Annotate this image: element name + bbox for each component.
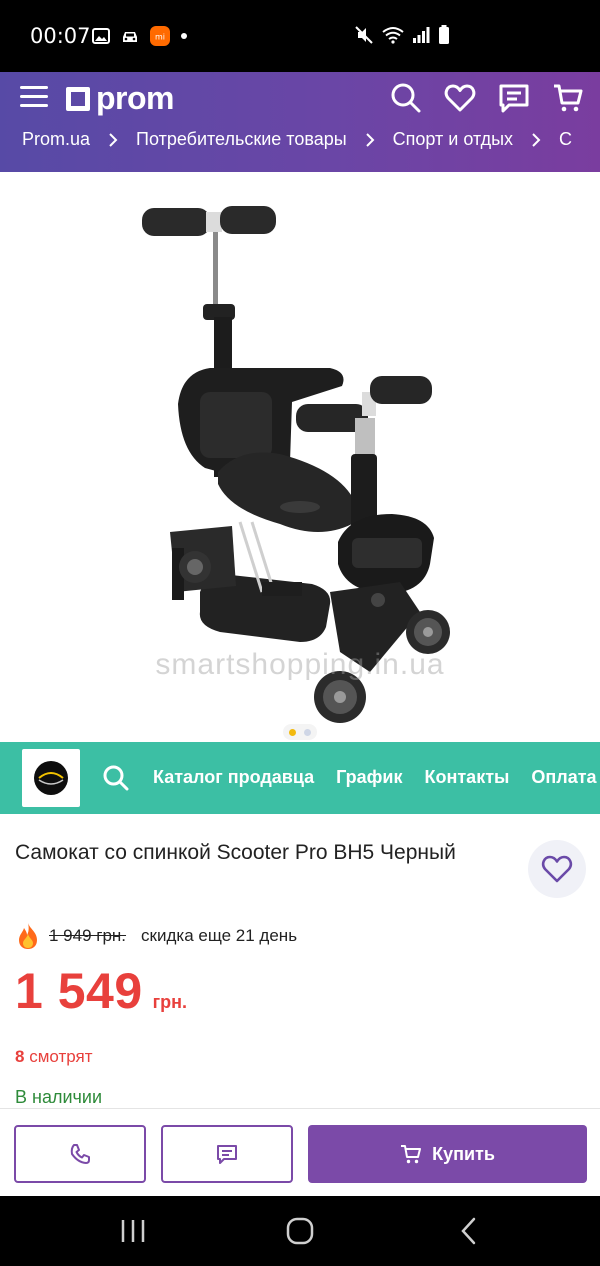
battery-icon bbox=[439, 25, 449, 44]
logo-text: prom bbox=[96, 80, 175, 116]
recent-apps-icon[interactable] bbox=[116, 1214, 150, 1248]
price-value: 1 549 bbox=[15, 963, 143, 1019]
price-currency: грн. bbox=[152, 992, 187, 1012]
chevron-right-icon bbox=[531, 132, 541, 148]
heart-icon bbox=[541, 855, 573, 883]
seller-logo-icon bbox=[34, 761, 68, 795]
breadcrumb: Prom.ua Потребительские товары Спорт и о… bbox=[22, 129, 572, 150]
favorite-button[interactable] bbox=[528, 840, 586, 898]
status-bar: 00:07 mi bbox=[0, 0, 600, 72]
image-watermark: smartshopping.in.ua bbox=[155, 648, 445, 681]
watching-count: 8 bbox=[15, 1047, 25, 1066]
mute-icon bbox=[355, 26, 373, 44]
cart-icon[interactable] bbox=[552, 82, 584, 114]
menu-icon[interactable] bbox=[20, 84, 48, 108]
car-icon bbox=[123, 32, 137, 42]
page: 00:07 mi prom Prom.ua Потребительские то… bbox=[0, 0, 600, 1266]
fire-icon bbox=[19, 923, 37, 949]
site-header: prom Prom.ua Потребительские товары Спор… bbox=[0, 72, 600, 172]
price-row: 1 549 грн. bbox=[15, 962, 187, 1020]
seller-link-contacts[interactable]: Контакты bbox=[425, 767, 510, 788]
buy-button[interactable]: Купить bbox=[308, 1125, 587, 1183]
seller-logo[interactable] bbox=[22, 749, 80, 807]
wifi-icon bbox=[382, 27, 404, 44]
gallery-dot[interactable] bbox=[304, 728, 311, 736]
search-icon[interactable] bbox=[102, 764, 130, 792]
product-gallery[interactable]: smartshopping.in.ua bbox=[0, 172, 600, 742]
old-price: 1 949 грн. bbox=[49, 926, 127, 945]
search-icon[interactable] bbox=[390, 82, 422, 114]
old-price-row: 1 949 грн. скидка еще 21 день bbox=[15, 922, 297, 950]
message-button[interactable] bbox=[161, 1125, 293, 1183]
breadcrumb-item[interactable]: Prom.ua bbox=[22, 129, 90, 150]
back-icon[interactable] bbox=[452, 1214, 486, 1248]
stock-status: В наличии bbox=[15, 1087, 103, 1107]
gallery-dot[interactable] bbox=[289, 728, 296, 736]
product-title: Самокат со спинкой Scooter Pro BH5 Черны… bbox=[15, 841, 456, 864]
chevron-right-icon bbox=[365, 132, 375, 148]
svg-text:mi: mi bbox=[155, 33, 165, 42]
image-icon bbox=[92, 28, 110, 44]
breadcrumb-item[interactable]: Спорт и отдых bbox=[393, 129, 513, 150]
seller-link-schedule[interactable]: График bbox=[336, 767, 402, 788]
heart-icon[interactable] bbox=[444, 82, 476, 114]
call-button[interactable] bbox=[14, 1125, 146, 1183]
bottom-action-bar: Купить bbox=[0, 1108, 600, 1196]
breadcrumb-item[interactable]: С bbox=[559, 129, 572, 150]
chat-icon[interactable] bbox=[498, 82, 530, 114]
xiaomi-app-icon: mi bbox=[150, 26, 170, 46]
signal-icon bbox=[413, 27, 430, 43]
cart-icon bbox=[401, 1145, 422, 1164]
watching-counter: 8 смотрят bbox=[15, 1047, 93, 1067]
breadcrumb-item[interactable]: Потребительские товары bbox=[136, 129, 347, 150]
chevron-right-icon bbox=[108, 132, 118, 148]
logo-square-icon bbox=[66, 86, 90, 111]
seller-link-catalog[interactable]: Каталог продавца bbox=[153, 767, 314, 788]
system-nav-bar bbox=[0, 1196, 600, 1266]
watching-label: смотрят bbox=[29, 1047, 93, 1066]
home-icon[interactable] bbox=[283, 1214, 317, 1248]
phone-icon bbox=[70, 1144, 90, 1164]
seller-bar: Каталог продавца График Контакты Оплата bbox=[0, 742, 600, 814]
chat-icon bbox=[217, 1145, 237, 1164]
buy-button-label: Купить bbox=[432, 1143, 495, 1164]
seller-link-payment[interactable]: Оплата bbox=[531, 767, 596, 788]
prom-logo[interactable]: prom bbox=[66, 80, 175, 117]
gallery-pagination bbox=[283, 724, 317, 740]
discount-text: скидка еще 21 день bbox=[141, 926, 298, 945]
dot-icon bbox=[181, 33, 187, 39]
status-time: 00:07 bbox=[30, 24, 91, 48]
